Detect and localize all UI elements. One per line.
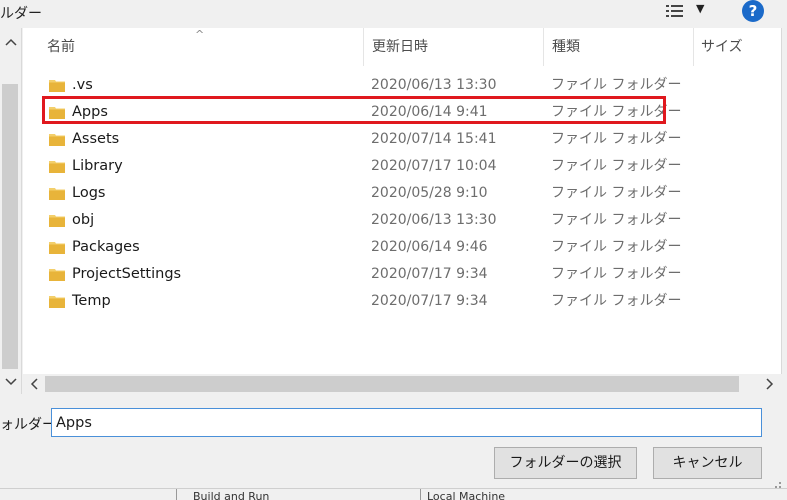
list-item[interactable]: Temp 2020/07/17 9:34 ファイル フォルダー <box>23 288 781 315</box>
horizontal-scroll-thumb[interactable] <box>45 376 739 392</box>
select-folder-button[interactable]: フォルダーの選択 <box>494 447 637 479</box>
file-name: obj <box>72 212 95 228</box>
file-type: ファイル フォルダー <box>551 185 682 201</box>
file-name: Packages <box>72 239 140 255</box>
view-dropdown-caret-icon[interactable]: ▼ <box>696 2 704 15</box>
file-modified: 2020/07/14 15:41 <box>371 131 497 147</box>
scroll-down-icon[interactable] <box>4 374 18 388</box>
file-type: ファイル フォルダー <box>551 293 682 309</box>
file-name: .vs <box>72 77 93 93</box>
folder-icon <box>49 296 65 308</box>
folder-icon <box>49 134 65 146</box>
folder-name-input[interactable] <box>51 408 762 437</box>
folder-icon <box>49 161 65 173</box>
sort-ascending-icon: ^ <box>195 28 205 41</box>
file-modified: 2020/07/17 9:34 <box>371 266 488 282</box>
file-name: ProjectSettings <box>72 266 182 282</box>
folder-icon <box>49 215 65 227</box>
file-name: Assets <box>72 131 120 147</box>
folder-icon <box>49 188 65 200</box>
file-name: Logs <box>72 185 106 201</box>
list-item[interactable]: Logs 2020/05/28 9:10 ファイル フォルダー <box>23 180 781 207</box>
background-divider <box>420 489 421 500</box>
column-header: ^ 名前 更新日時 種類 サイズ <box>23 28 781 66</box>
background-text: Build and Run <box>193 490 270 500</box>
file-modified: 2020/07/17 10:04 <box>371 158 497 174</box>
background-window: Build and Run Local Machine <box>0 488 787 500</box>
help-icon[interactable]: ? <box>742 0 764 22</box>
list-item[interactable]: ProjectSettings 2020/07/17 9:34 ファイル フォル… <box>23 261 781 288</box>
file-modified: 2020/05/28 9:10 <box>371 185 488 201</box>
file-type: ファイル フォルダー <box>551 131 682 147</box>
scroll-up-icon[interactable] <box>4 36 18 50</box>
scroll-left-icon[interactable] <box>29 377 41 391</box>
annotation-highlight-box <box>42 96 666 124</box>
file-type: ファイル フォルダー <box>551 212 682 228</box>
navigation-pane-scrollbar[interactable] <box>0 28 22 394</box>
file-name: Library <box>72 158 123 174</box>
list-item[interactable]: Assets 2020/07/14 15:41 ファイル フォルダー <box>23 126 781 153</box>
folder-icon <box>49 80 65 92</box>
scroll-right-icon[interactable] <box>763 377 775 391</box>
background-divider <box>176 489 177 500</box>
column-name[interactable]: 名前 <box>47 28 75 66</box>
file-type: ファイル フォルダー <box>551 77 682 93</box>
column-divider[interactable] <box>363 28 364 66</box>
navigation-scroll-thumb[interactable] <box>2 84 18 369</box>
horizontal-scrollbar[interactable] <box>23 374 781 394</box>
column-type[interactable]: 種類 <box>552 28 580 66</box>
list-item[interactable]: .vs 2020/06/13 13:30 ファイル フォルダー <box>23 72 781 99</box>
column-modified[interactable]: 更新日時 <box>372 28 428 66</box>
file-list: ^ 名前 更新日時 種類 サイズ .vs 2020/06/13 13:30 ファ… <box>23 28 781 374</box>
list-right-edge <box>781 28 787 374</box>
column-divider[interactable] <box>693 28 694 66</box>
folder-icon <box>49 269 65 281</box>
file-name: Temp <box>72 293 111 309</box>
file-type: ファイル フォルダー <box>551 239 682 255</box>
background-text: Local Machine <box>427 490 506 500</box>
file-type: ファイル フォルダー <box>551 266 682 282</box>
column-size[interactable]: サイズ <box>701 28 743 66</box>
column-divider[interactable] <box>543 28 544 66</box>
file-modified: 2020/07/17 9:34 <box>371 293 488 309</box>
view-options-icon[interactable] <box>666 4 684 18</box>
file-modified: 2020/06/13 13:30 <box>371 212 497 228</box>
list-item[interactable]: obj 2020/06/13 13:30 ファイル フォルダー <box>23 207 781 234</box>
dialog-title: ルダー <box>0 6 42 22</box>
list-item[interactable]: Library 2020/07/17 10:04 ファイル フォルダー <box>23 153 781 180</box>
folder-icon <box>49 242 65 254</box>
file-modified: 2020/06/14 9:46 <box>371 239 488 255</box>
file-type: ファイル フォルダー <box>551 158 682 174</box>
list-item[interactable]: Packages 2020/06/14 9:46 ファイル フォルダー <box>23 234 781 261</box>
file-modified: 2020/06/13 13:30 <box>371 77 497 93</box>
cancel-button[interactable]: キャンセル <box>653 447 762 479</box>
dialog-toolbar: ルダー ▼ ? <box>0 0 787 28</box>
